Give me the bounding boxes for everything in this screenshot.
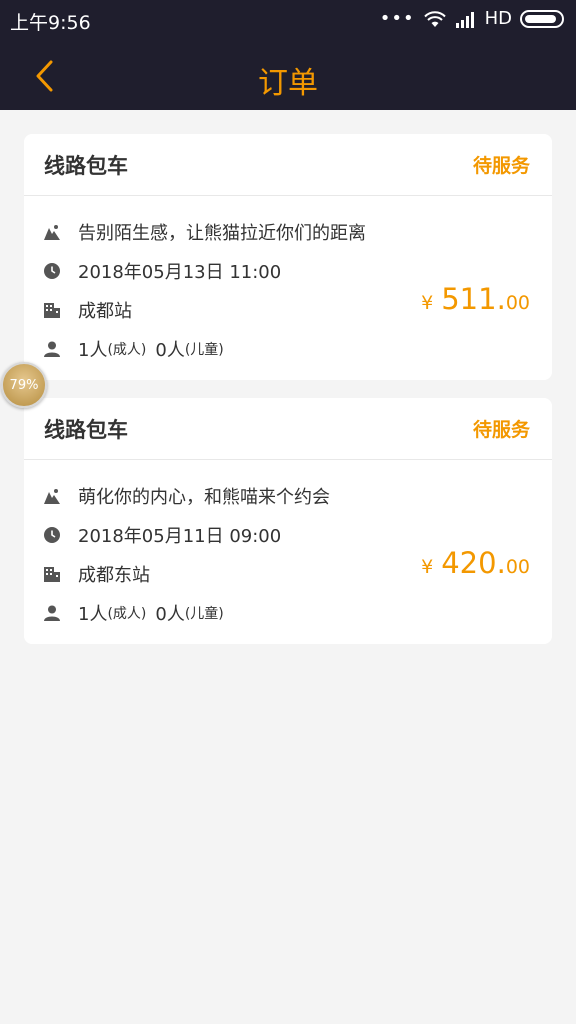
nav-bar: 订单 xyxy=(0,40,576,110)
floating-progress-badge[interactable]: 79% xyxy=(1,362,47,408)
order-price: ¥ 420. 00 xyxy=(421,546,530,580)
order-card-header: 线路包车 待服务 xyxy=(24,134,552,196)
child-label: (儿童) xyxy=(184,341,224,358)
adult-label: (成人) xyxy=(107,605,147,622)
clock-icon xyxy=(44,262,60,279)
passenger-row: 1人 (成人) 0人 (儿童) xyxy=(44,329,532,368)
station-name: 成都站 xyxy=(78,300,132,322)
currency-symbol: ¥ xyxy=(421,292,434,314)
route-name: 萌化你的内心，和熊喵来个约会 xyxy=(78,486,330,508)
person-icon xyxy=(44,341,60,357)
child-label: (儿童) xyxy=(184,605,224,622)
order-card-body: 萌化你的内心，和熊喵来个约会 2018年05月11日 09:00 成都东站 1人… xyxy=(24,460,552,644)
clock-icon xyxy=(44,526,60,543)
page-title: 订单 xyxy=(258,66,318,101)
price-decimal: 00 xyxy=(505,556,530,578)
order-price: ¥ 511. 00 xyxy=(421,282,530,316)
price-integer: 420. xyxy=(441,546,506,580)
order-card[interactable]: 线路包车 待服务 萌化你的内心，和熊喵来个约会 2018年05月11日 09:0… xyxy=(24,398,552,644)
order-datetime: 2018年05月13日 11:00 xyxy=(78,261,282,283)
building-icon xyxy=(44,566,60,582)
adult-label: (成人) xyxy=(107,341,147,358)
battery-icon xyxy=(520,9,564,28)
station-name: 成都东站 xyxy=(78,564,150,586)
route-name: 告别陌生感，让熊猫拉近你们的距离 xyxy=(78,222,366,244)
more-dots-icon: ••• xyxy=(379,8,415,29)
order-card-header: 线路包车 待服务 xyxy=(24,398,552,460)
price-integer: 511. xyxy=(441,282,506,316)
building-icon xyxy=(44,302,60,318)
adult-count: 1人 xyxy=(78,339,108,361)
child-count: 0人 xyxy=(155,603,185,625)
signal-icon xyxy=(455,11,474,28)
adult-count: 1人 xyxy=(78,603,108,625)
price-decimal: 00 xyxy=(505,292,530,314)
currency-symbol: ¥ xyxy=(421,556,434,578)
order-type: 线路包车 xyxy=(44,153,128,178)
order-card-body: 告别陌生感，让熊猫拉近你们的距离 2018年05月13日 11:00 成都站 1… xyxy=(24,196,552,380)
route-row: 告别陌生感，让熊猫拉近你们的距离 xyxy=(44,212,532,251)
order-card[interactable]: 线路包车 待服务 告别陌生感，让熊猫拉近你们的距离 2018年05月13日 11… xyxy=(24,134,552,380)
order-status: 待服务 xyxy=(472,419,530,441)
mountain-icon xyxy=(44,224,60,240)
order-status: 待服务 xyxy=(472,155,530,177)
person-icon xyxy=(44,605,60,621)
status-time: 上午9:56 xyxy=(10,12,91,34)
status-icons: ••• HD xyxy=(380,8,564,29)
route-row: 萌化你的内心，和熊喵来个约会 xyxy=(44,476,532,515)
passenger-row: 1人 (成人) 0人 (儿童) xyxy=(44,593,532,632)
order-type: 线路包车 xyxy=(44,417,128,442)
order-datetime: 2018年05月11日 09:00 xyxy=(78,525,282,547)
child-count: 0人 xyxy=(155,339,185,361)
status-bar: 上午9:56 ••• HD xyxy=(0,0,576,40)
mountain-icon xyxy=(44,488,60,504)
wifi-icon xyxy=(423,10,446,27)
network-label: HD xyxy=(484,8,512,29)
